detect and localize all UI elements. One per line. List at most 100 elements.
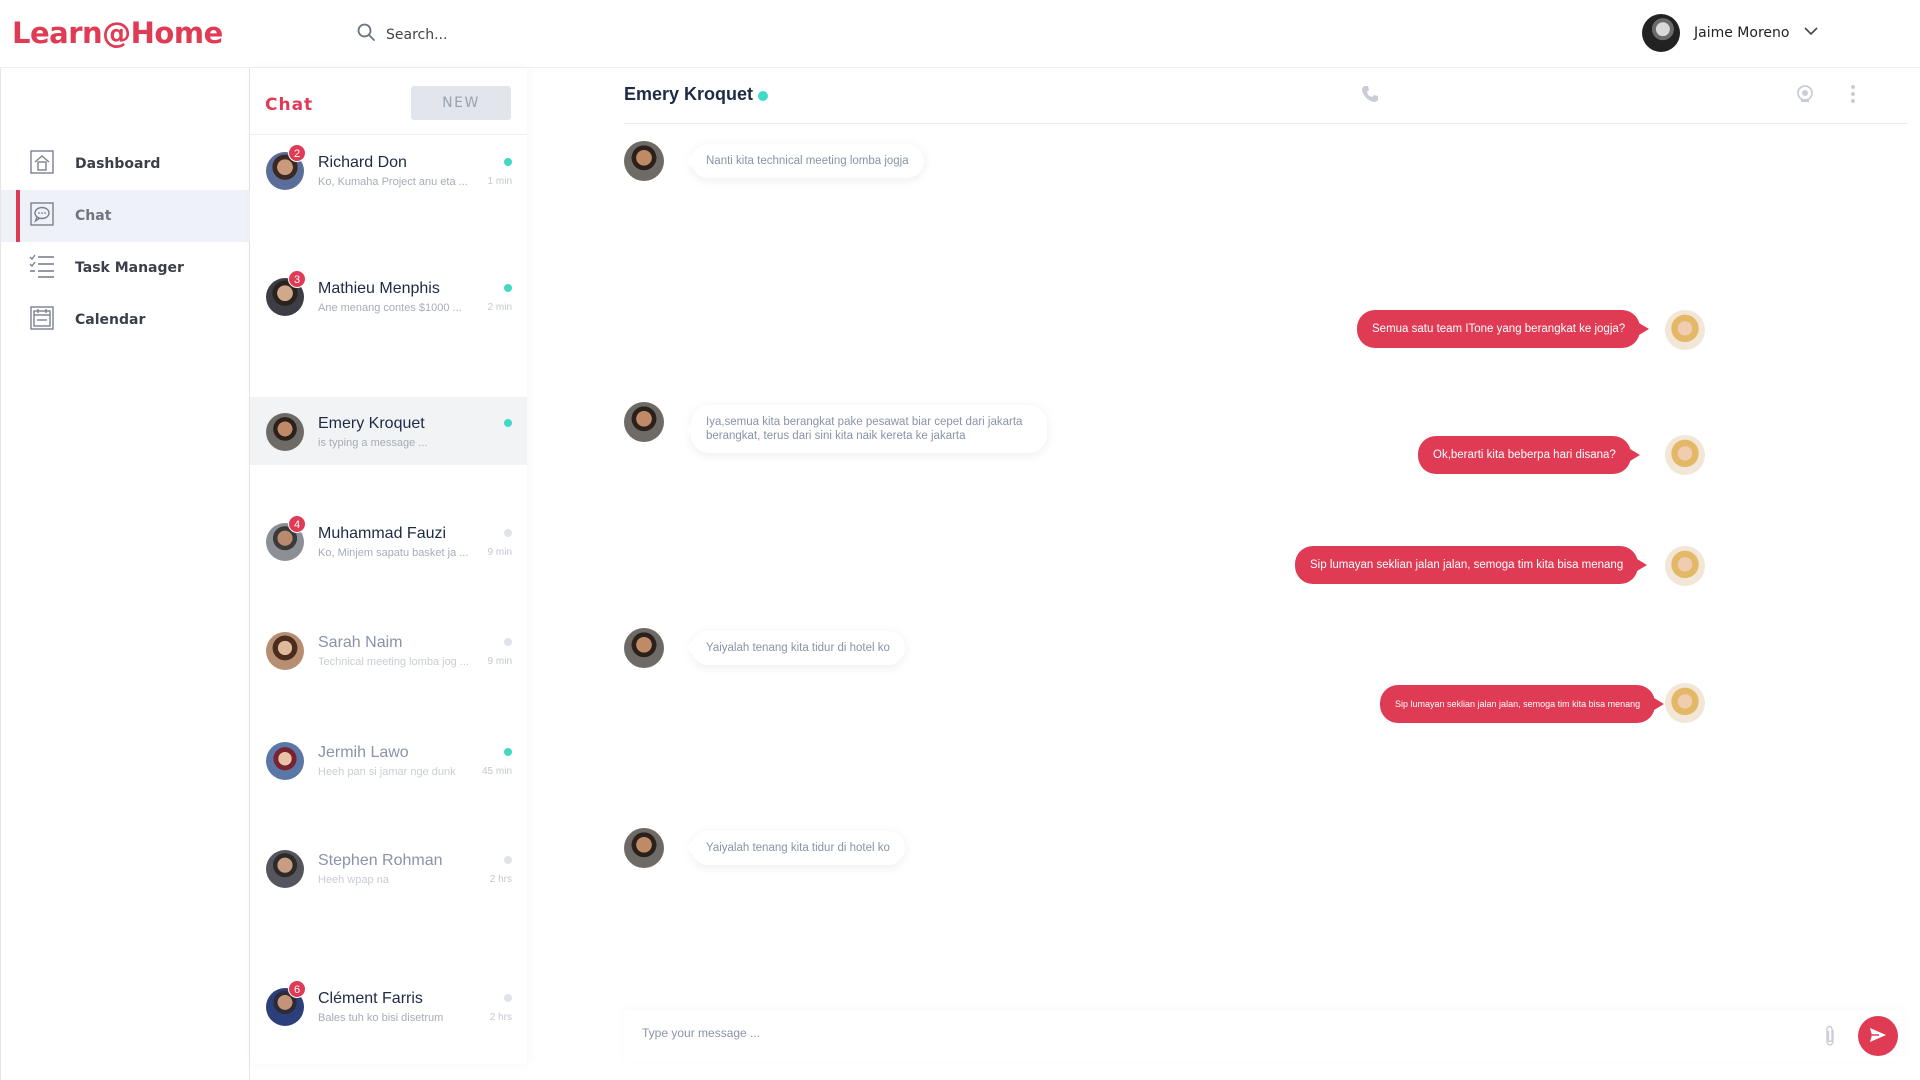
contact-name: Jermih Lawo	[318, 744, 409, 761]
chat-bubble-icon	[29, 201, 55, 232]
home-icon	[29, 149, 55, 180]
avatar	[266, 413, 304, 451]
search-input[interactable]	[386, 26, 686, 43]
message-input[interactable]	[642, 1026, 1742, 1040]
contact-name: Clément Farris	[318, 990, 423, 1007]
timestamp: 45 min	[481, 766, 512, 777]
avatar	[1665, 435, 1705, 475]
contact-name: Stephen Rohman	[318, 852, 443, 869]
online-status-dot	[504, 419, 512, 427]
sidebar-item-label: Chat	[75, 208, 112, 224]
chevron-down-icon[interactable]	[1803, 23, 1819, 44]
avatar	[1665, 683, 1705, 723]
list-item[interactable]: Stephen Rohman Heeh wpap na 2 hrs	[250, 834, 527, 902]
user-menu[interactable]: Jaime Moreno	[1642, 14, 1819, 52]
message-preview: Ko, Minjem sapatu basket ja ...	[318, 547, 469, 559]
online-status-dot	[504, 748, 512, 756]
list-item[interactable]: 2 Richard Don Ko, Kumaha Project anu eta…	[250, 136, 527, 204]
list-item[interactable]: Sarah Naim Technical meeting lomba jog .…	[250, 616, 527, 684]
webcam-icon[interactable]	[1795, 84, 1815, 104]
conversation-contact-name: Emery Kroquet	[624, 84, 754, 104]
list-item[interactable]: 3 Mathieu Menphis Ane menang contes $100…	[250, 262, 527, 330]
message-preview: is typing a message ...	[318, 437, 428, 449]
search-icon	[356, 22, 376, 47]
timestamp: 2 hrs	[489, 874, 512, 885]
avatar[interactable]	[1642, 14, 1680, 52]
online-status-dot	[758, 91, 768, 101]
offline-status-dot	[504, 994, 512, 1002]
top-header: Learn@Home Jaime Moreno	[0, 0, 1920, 68]
conversation-panel: Emery Kroquet Nanti kita technical meeti…	[527, 68, 1920, 1080]
list-item[interactable]: Jermih Lawo Heeh pan si jamar nge dunk 4…	[250, 726, 527, 794]
offline-status-dot	[504, 638, 512, 646]
chat-list-header: Chat NEW	[250, 68, 527, 135]
list-item[interactable]: 4 Muhammad Fauzi Ko, Minjem sapatu baske…	[250, 507, 527, 575]
avatar	[1665, 546, 1705, 586]
avatar	[624, 402, 664, 442]
sidebar-item-label: Task Manager	[75, 260, 184, 276]
message-received: Yaiyalah tenang kita tidur di hotel ko	[685, 831, 905, 865]
message-sent: Ok,berarti kita beberpa hari disana?	[1418, 436, 1640, 474]
offline-status-dot	[504, 529, 512, 537]
send-button[interactable]	[1858, 1016, 1898, 1056]
unread-badge: 6	[288, 980, 306, 998]
list-item[interactable]: 6 Clément Farris Bales tuh ko bisi diset…	[250, 972, 527, 1040]
contact-name: Emery Kroquet	[318, 415, 425, 432]
chat-list-panel: Chat NEW 2 Richard Don Ko, Kumaha Projec…	[250, 68, 527, 1064]
contact-name: Richard Don	[318, 154, 407, 171]
unread-badge: 3	[288, 270, 306, 288]
message-received: Iya,semua kita berangkat pake pesawat bi…	[685, 405, 1047, 453]
sidebar-item-label: Dashboard	[75, 156, 161, 172]
app-logo[interactable]: Learn@Home	[12, 16, 223, 50]
chat-list-title: Chat	[265, 95, 314, 115]
contact-name: Sarah Naim	[318, 634, 403, 651]
calendar-icon	[29, 305, 55, 336]
avatar	[266, 850, 304, 888]
avatar	[624, 628, 664, 668]
message-preview: Ko, Kumaha Project anu eta ...	[318, 176, 468, 188]
timestamp: 1 min	[487, 176, 512, 187]
offline-status-dot	[504, 856, 512, 864]
message-sent: Semua satu team ITone yang berangkat ke …	[1357, 310, 1650, 348]
message-sent: Sip lumayan seklian jalan jalan, semoga …	[1295, 546, 1648, 584]
unread-badge: 4	[288, 515, 306, 533]
avatar	[266, 632, 304, 670]
sidebar-item-calendar[interactable]: Calendar	[1, 294, 250, 346]
sidebar-item-label: Calendar	[75, 312, 146, 328]
contact-name: Muhammad Fauzi	[318, 525, 447, 542]
message-sent: Sip lumayan seklian jalan jalan, semoga …	[1380, 685, 1665, 723]
message-preview: Heeh wpap na	[318, 874, 389, 886]
timestamp: 9 min	[487, 547, 512, 558]
message-preview: Heeh pan si jamar nge dunk	[318, 766, 456, 778]
avatar	[624, 828, 664, 868]
message-received: Yaiyalah tenang kita tidur di hotel ko	[685, 631, 905, 665]
paperclip-icon[interactable]	[1823, 1024, 1837, 1053]
sidebar: Dashboard Chat Task Manager Calendar	[0, 68, 250, 1080]
timestamp: 9 min	[487, 656, 512, 667]
sidebar-item-chat[interactable]: Chat	[1, 190, 250, 242]
unread-badge: 2	[288, 144, 306, 162]
avatar	[624, 141, 664, 181]
message-preview: Bales tuh ko bisi disetrum	[318, 1012, 444, 1024]
timestamp: 2 min	[487, 302, 512, 313]
avatar	[266, 742, 304, 780]
send-icon	[1868, 1025, 1888, 1048]
user-name[interactable]: Jaime Moreno	[1694, 25, 1789, 41]
search-bar[interactable]	[356, 22, 686, 47]
new-chat-button[interactable]: NEW	[411, 86, 511, 120]
sidebar-nav: Dashboard Chat Task Manager Calendar	[1, 138, 250, 346]
sidebar-item-dashboard[interactable]: Dashboard	[1, 138, 250, 190]
list-item[interactable]: Emery Kroquet is typing a message ...	[250, 397, 527, 465]
checklist-icon	[29, 253, 55, 284]
sidebar-item-task-manager[interactable]: Task Manager	[1, 242, 250, 294]
online-status-dot	[504, 284, 512, 292]
message-composer	[624, 1010, 1902, 1062]
message-received: Nanti kita technical meeting lomba jogja	[685, 144, 924, 178]
phone-icon[interactable]	[1360, 84, 1380, 104]
contact-name: Mathieu Menphis	[318, 280, 440, 297]
conversation-header: Emery Kroquet	[624, 68, 1908, 124]
more-options-icon[interactable]	[1843, 84, 1863, 104]
message-preview: Technical meeting lomba jog ...	[318, 656, 470, 668]
online-status-dot	[504, 158, 512, 166]
message-preview: Ane menang contes $1000 ...	[318, 302, 462, 314]
